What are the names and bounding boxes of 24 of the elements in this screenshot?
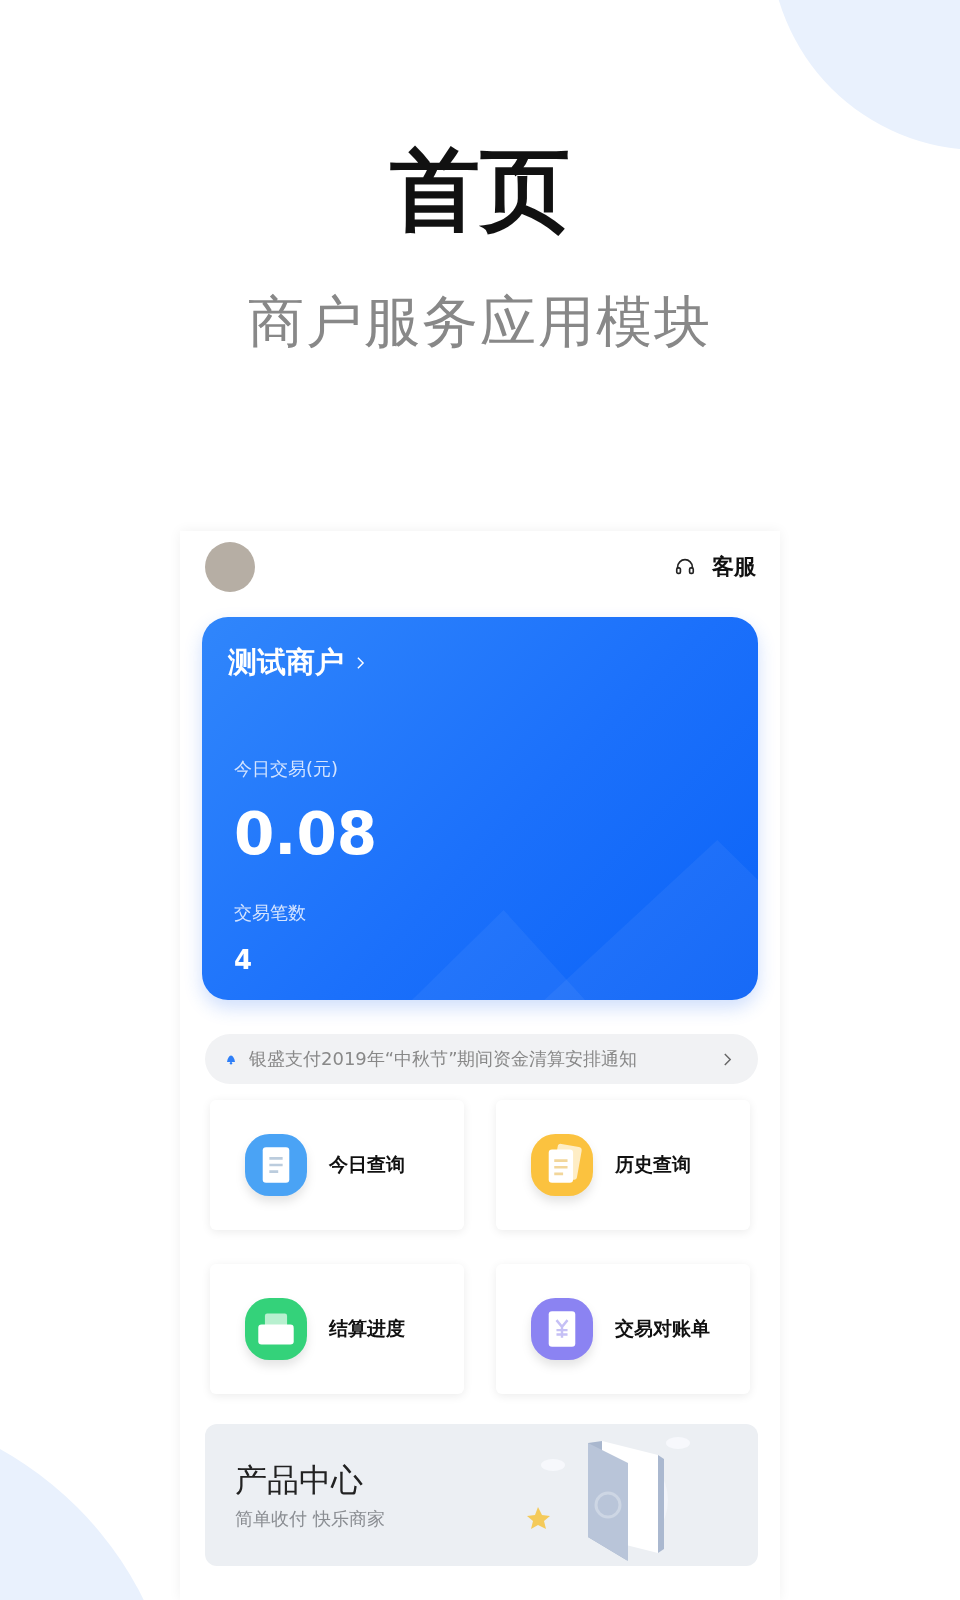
today-amount: 0.08 <box>234 803 379 867</box>
count-label: 交易笔数 <box>234 900 307 925</box>
chevron-right-icon[interactable] <box>356 656 365 670</box>
chevron-right-icon <box>723 1051 732 1067</box>
tile-label: 历史查询 <box>615 1152 691 1177</box>
today-label: 今日交易(元) <box>234 757 340 781</box>
notice-text: 银盛支付2019年“中秋节”期间资金清算安排通知 <box>249 1047 639 1071</box>
merchant-name[interactable]: 测试商户 <box>228 643 344 683</box>
bell-icon <box>225 1053 237 1065</box>
promo-title: 首页 <box>390 140 570 239</box>
menu-tile[interactable]: 历史查询 <box>496 1100 750 1230</box>
tile-label: 交易对账单 <box>615 1316 710 1341</box>
menu-tile[interactable]: 今日查询 <box>210 1100 464 1230</box>
banner-title: 产品中心 <box>235 1460 364 1501</box>
tile-label: 结算进度 <box>329 1316 405 1341</box>
product-center-banner[interactable]: 产品中心 简单收付 快乐商家 <box>205 1424 758 1566</box>
customer-service-link[interactable]: 客服 <box>712 552 756 582</box>
promo-subtitle: 商户服务应用模块 <box>248 291 712 353</box>
banner-subtitle: 简单收付 快乐商家 <box>235 1507 385 1531</box>
tile-label: 今日查询 <box>329 1152 405 1177</box>
avatar-placeholder[interactable] <box>205 542 255 592</box>
transaction-count: 4 <box>234 944 254 975</box>
menu-tile[interactable]: 交易对账单 <box>496 1264 750 1394</box>
menu-tile[interactable]: 结算进度 <box>210 1264 464 1394</box>
